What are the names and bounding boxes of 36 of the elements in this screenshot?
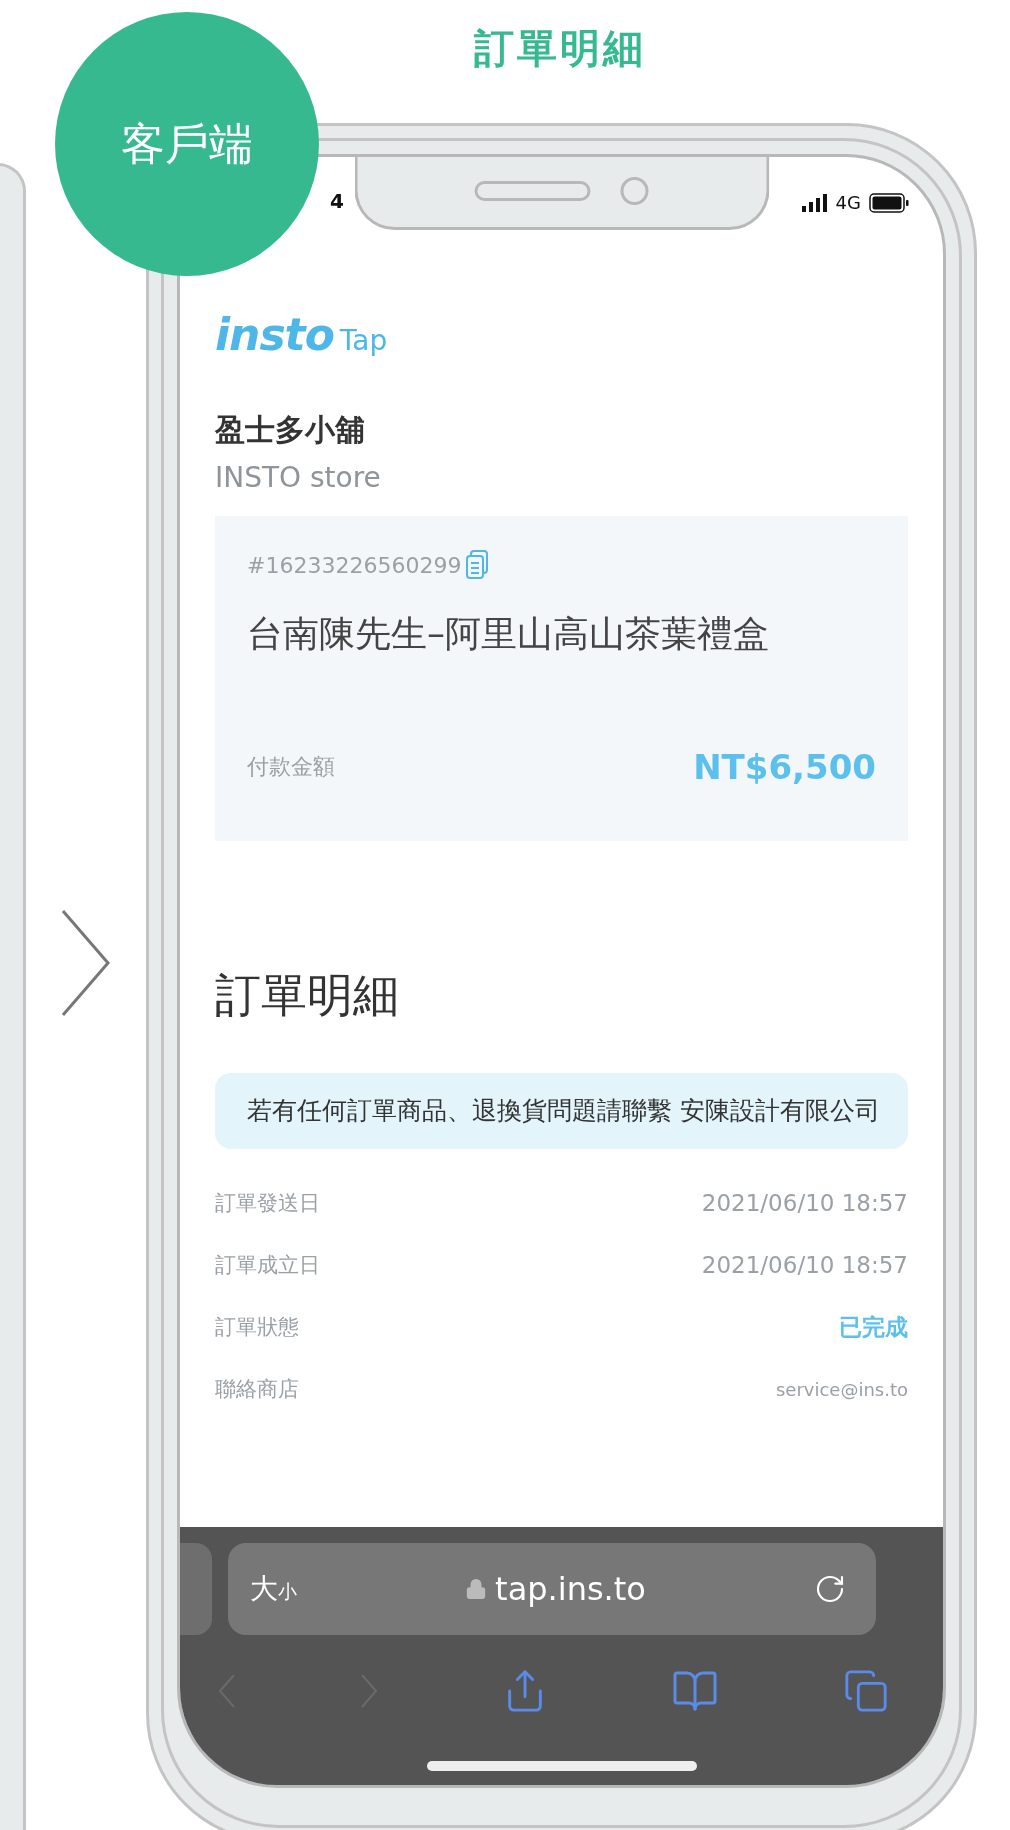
store-subtitle: INSTO store — [215, 461, 382, 494]
signal-icon — [801, 193, 828, 212]
badge: 客戶端 — [55, 12, 319, 276]
notice-message: 若有任何訂單商品、退換貨問題請聯繫 安陳設計有限公司 — [215, 1073, 908, 1149]
text-size-button[interactable]: 大小 — [250, 1570, 297, 1608]
tabs-button[interactable] — [843, 1668, 889, 1714]
lock-icon — [465, 1578, 488, 1600]
reload-icon[interactable] — [814, 1573, 846, 1605]
detail-label: 訂單發送日 — [215, 1190, 320, 1217]
network-label: 4G — [835, 192, 861, 213]
page-title: 訂單明細 — [474, 24, 646, 73]
product-name: 台南陳先生–阿里山高山茶葉禮盒 — [247, 612, 770, 656]
detail-value: 已完成 — [839, 1312, 908, 1342]
detail-value: 2021/06/10 18:57 — [701, 1252, 908, 1278]
store-name: 盈士多小舖 — [215, 411, 366, 449]
order-number: #16233226560299 — [247, 552, 462, 578]
detail-label: 訂單狀態 — [215, 1314, 299, 1341]
battery-icon — [869, 192, 909, 213]
status-time: 4 — [330, 189, 344, 213]
tabs-icon — [843, 1668, 889, 1714]
logo-product: Tap — [339, 324, 388, 357]
chevron-right-icon — [60, 908, 112, 1018]
url-text: tap.ins.to — [495, 1570, 646, 1608]
amount-value: NT$6,500 — [693, 747, 876, 787]
speaker-icon — [474, 180, 591, 201]
amount-label: 付款金額 — [247, 753, 335, 781]
section-title: 訂單明細 — [215, 967, 400, 1024]
detail-value: 2021/06/10 18:57 — [701, 1190, 908, 1216]
tab-preview[interactable] — [180, 1543, 212, 1635]
detail-value: service@ins.to — [775, 1378, 908, 1400]
camera-icon — [620, 176, 649, 205]
address-bar[interactable]: 大小 tap.ins.to — [228, 1543, 876, 1635]
copy-icon[interactable] — [465, 550, 490, 580]
detail-label: 聯絡商店 — [215, 1376, 299, 1403]
logo-brand: insto — [215, 309, 334, 360]
detail-label: 訂單成立日 — [215, 1252, 320, 1279]
